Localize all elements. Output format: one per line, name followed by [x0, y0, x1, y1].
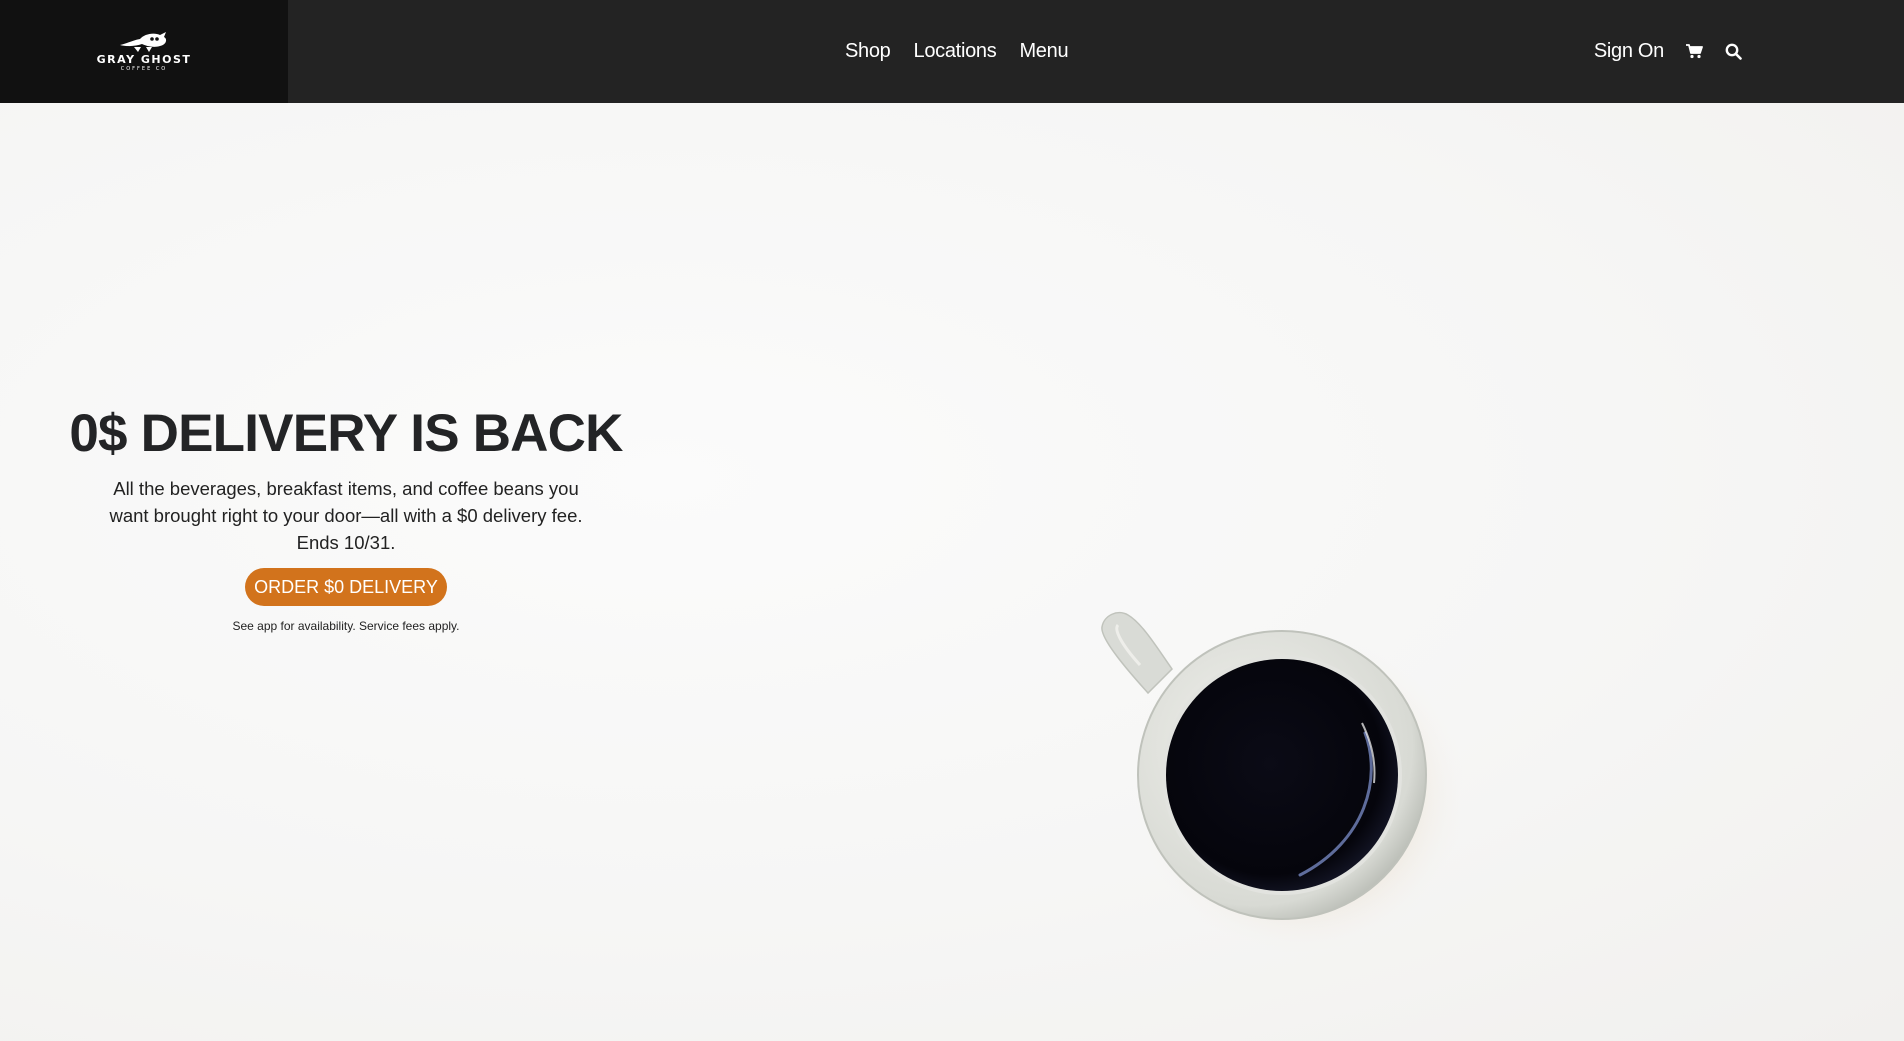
- disclaimer-text: See app for availability. Service fees a…: [232, 619, 460, 633]
- coffee-cup-image: [1090, 603, 1470, 988]
- cart-icon[interactable]: [1686, 44, 1703, 59]
- hero-content: 0$ DELIVERY IS BACK All the beverages, b…: [0, 403, 692, 633]
- brand-logo[interactable]: GRAY GHOST COFFEE CO: [0, 0, 288, 103]
- hero-banner: 0$ DELIVERY IS BACK All the beverages, b…: [0, 103, 1904, 1041]
- logo-lockup: GRAY GHOST COFFEE CO: [97, 31, 192, 73]
- nav-shop[interactable]: Shop: [845, 40, 891, 63]
- logo-subtitle: COFFEE CO: [120, 65, 168, 72]
- main-nav: Shop Locations Menu: [845, 0, 1069, 103]
- top-navbar: GRAY GHOST COFFEE CO Shop Locations Menu…: [0, 0, 1904, 103]
- hero-description: All the beverages, breakfast items, and …: [109, 478, 583, 553]
- search-icon[interactable]: [1725, 43, 1742, 60]
- logo-name: GRAY GHOST: [96, 52, 192, 66]
- order-delivery-button[interactable]: ORDER $0 DELIVERY: [245, 568, 447, 606]
- nav-menu[interactable]: Menu: [1019, 40, 1068, 63]
- ghost-logo-icon: [114, 31, 174, 53]
- account-actions: Sign On: [1594, 0, 1742, 103]
- hero-title: 0$ DELIVERY IS BACK: [69, 404, 623, 463]
- nav-locations[interactable]: Locations: [914, 40, 997, 63]
- sign-on-link[interactable]: Sign On: [1594, 40, 1664, 63]
